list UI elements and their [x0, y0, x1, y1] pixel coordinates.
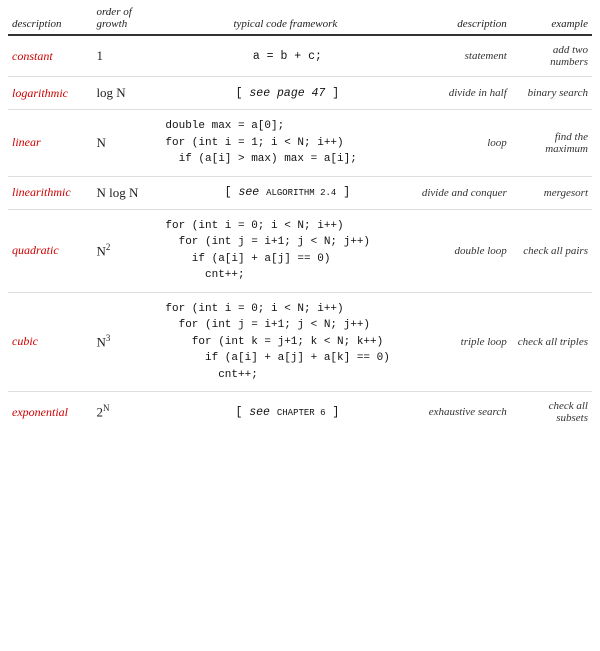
row-order: N log N [92, 176, 157, 209]
row-desc2: loop [413, 110, 510, 177]
row-order: log N [92, 77, 157, 110]
row-example: check all pairs [511, 209, 592, 292]
row-example: binary search [511, 77, 592, 110]
row-code: double max = a[0]; for (int i = 1; i < N… [157, 110, 413, 177]
row-name: linear [8, 110, 92, 177]
header-example: example [511, 0, 592, 35]
header-description: description [8, 0, 92, 35]
header-description2: description [413, 0, 510, 35]
header-code: typical code framework [157, 0, 413, 35]
row-name: quadratic [8, 209, 92, 292]
header-order: order of growth [92, 0, 157, 35]
row-desc2: divide in half [413, 77, 510, 110]
row-name: cubic [8, 292, 92, 392]
row-code: for (int i = 0; i < N; i++) for (int j =… [157, 209, 413, 292]
table-row: logarithmiclog N[ see page 47 ]divide in… [8, 77, 592, 110]
row-example: add two numbers [511, 35, 592, 77]
table-row: quadraticN2for (int i = 0; i < N; i++) f… [8, 209, 592, 292]
table-row: exponential2N[ see CHAPTER 6 ]exhaustive… [8, 392, 592, 433]
row-desc2: statement [413, 35, 510, 77]
row-order: N [92, 110, 157, 177]
row-name: constant [8, 35, 92, 77]
row-name: linearithmic [8, 176, 92, 209]
complexity-table: description order of growth typical code… [8, 0, 592, 432]
row-name: exponential [8, 392, 92, 433]
row-desc2: exhaustive search [413, 392, 510, 433]
header-row: description order of growth typical code… [8, 0, 592, 35]
row-code: a = b + c; [157, 35, 413, 77]
row-name: logarithmic [8, 77, 92, 110]
row-code: [ see CHAPTER 6 ] [157, 392, 413, 433]
row-example: find the maximum [511, 110, 592, 177]
table-row: linearithmicN log N[ see ALGORITHM 2.4 ]… [8, 176, 592, 209]
row-example: check all subsets [511, 392, 592, 433]
row-order: 1 [92, 35, 157, 77]
row-order: 2N [92, 392, 157, 433]
row-example: check all triples [511, 292, 592, 392]
row-code: [ see ALGORITHM 2.4 ] [157, 176, 413, 209]
row-order: N2 [92, 209, 157, 292]
row-code: [ see page 47 ] [157, 77, 413, 110]
row-example: mergesort [511, 176, 592, 209]
table-row: constant1a = b + c;statementadd two numb… [8, 35, 592, 77]
table-row: cubicN3for (int i = 0; i < N; i++) for (… [8, 292, 592, 392]
table-row: linearNdouble max = a[0]; for (int i = 1… [8, 110, 592, 177]
main-table-container: description order of growth typical code… [0, 0, 600, 432]
row-desc2: double loop [413, 209, 510, 292]
row-code: for (int i = 0; i < N; i++) for (int j =… [157, 292, 413, 392]
row-order: N3 [92, 292, 157, 392]
row-desc2: triple loop [413, 292, 510, 392]
row-desc2: divide and conquer [413, 176, 510, 209]
